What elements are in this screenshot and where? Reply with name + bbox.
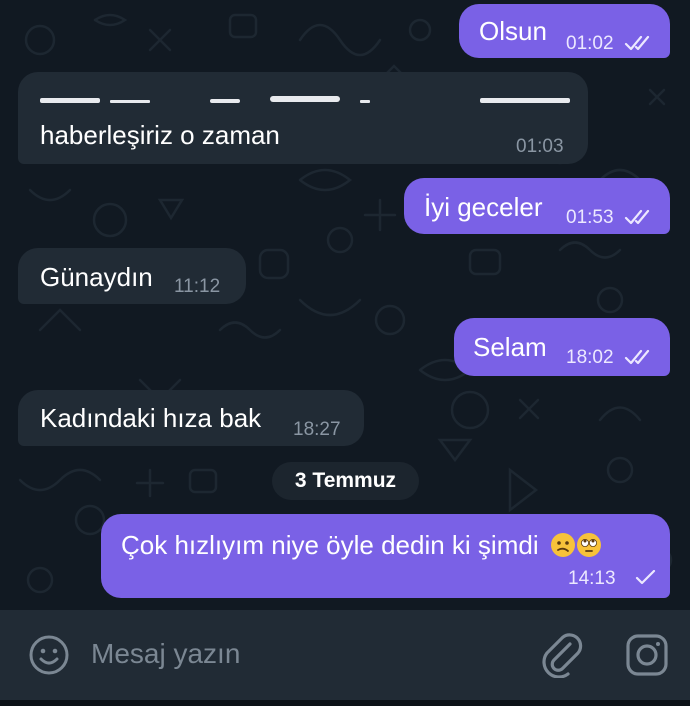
navigation-bar	[0, 700, 690, 706]
message-input[interactable]: Mesaj yazın	[91, 637, 240, 671]
message-time: 14:13	[568, 568, 616, 589]
double-check-icon	[624, 349, 650, 365]
message-bubble-outgoing[interactable]: İyi geceler 01:53	[404, 178, 670, 234]
face-with-rolling-eyes-emoji	[576, 533, 601, 557]
message-bubble-outgoing[interactable]: Olsun 01:02	[459, 4, 670, 58]
message-bubble-incoming[interactable]: haberleşiriz o zaman 01:03	[18, 72, 588, 164]
message-time: 01:03	[516, 136, 564, 157]
obscured-text-line	[40, 96, 570, 103]
message-text-content: Çok hızlıyım niye öyle dedin ki şimdi	[121, 530, 539, 560]
message-time: 11:12	[174, 276, 221, 297]
single-check-icon	[635, 570, 656, 585]
instagram-camera-icon[interactable]	[624, 632, 670, 678]
paperclip-icon[interactable]	[540, 630, 584, 678]
message-time: 01:53	[566, 207, 614, 228]
message-time: 18:27	[293, 419, 341, 440]
message-bubble-outgoing[interactable]: Çok hızlıyım niye öyle dedin ki şimdi 14…	[101, 514, 670, 598]
message-text: haberleşiriz o zaman	[40, 120, 280, 150]
message-text: Çok hızlıyım niye öyle dedin ki şimdi	[121, 530, 602, 560]
confused-face-emoji	[550, 533, 575, 557]
message-text: Olsun	[479, 16, 547, 46]
double-check-icon	[624, 209, 650, 225]
double-check-icon	[624, 35, 650, 51]
message-text: Kadındaki hıza bak	[40, 403, 262, 433]
smiley-icon[interactable]	[28, 634, 70, 676]
chat-area[interactable]: Olsun 01:02 haberleşiriz o zaman 01:03 İ…	[0, 0, 690, 610]
message-bubble-incoming[interactable]: Kadındaki hıza bak 18:27	[18, 390, 364, 446]
message-time: 18:02	[566, 347, 614, 368]
message-text: Selam	[473, 332, 547, 362]
message-bubble-outgoing[interactable]: Selam 18:02	[454, 318, 670, 376]
date-separator: 3 Temmuz	[272, 462, 419, 500]
message-text: İyi geceler	[424, 192, 543, 222]
message-time: 01:02	[566, 33, 614, 54]
message-text: Günaydın	[40, 262, 153, 292]
message-composer: Mesaj yazın	[0, 610, 690, 700]
message-bubble-incoming[interactable]: Günaydın 11:12	[18, 248, 246, 304]
